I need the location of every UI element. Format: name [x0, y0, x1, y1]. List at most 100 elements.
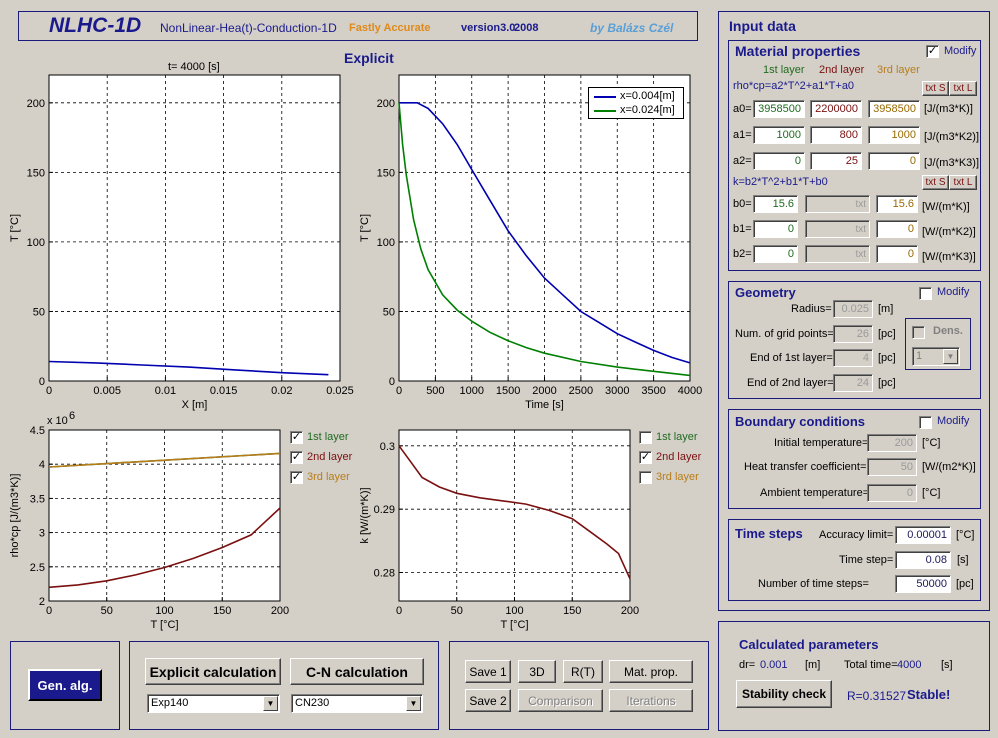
init-temp-label: Initial temperature= — [774, 437, 869, 449]
boundary-title: Boundary conditions — [735, 414, 865, 429]
mat-col-layer1: 1st layer — [763, 64, 805, 76]
mat-prop-button[interactable]: Mat. prop. — [609, 660, 693, 683]
calculated-panel: Calculated parameters dr= 0.001 [m] Tota… — [718, 621, 990, 731]
k-layer1-checkbox[interactable] — [639, 431, 652, 444]
rho-txt-s-button[interactable]: txt S — [922, 81, 949, 96]
rho-layer1-checkbox[interactable]: ✓ — [290, 431, 303, 444]
chevron-down-icon[interactable]: ▼ — [943, 349, 958, 364]
gen-alg-button[interactable]: Gen. alg. — [28, 669, 102, 701]
material-modify-checkbox[interactable]: ✓ — [926, 45, 939, 58]
a0-layer1-field[interactable]: 3958500 — [753, 100, 805, 118]
k-txt-s-button[interactable]: txt S — [922, 175, 949, 190]
y-tick-label: 4 — [39, 459, 45, 471]
htc-field[interactable]: 50 — [867, 458, 917, 476]
init-temp-unit: [°C] — [922, 437, 941, 449]
chevron-down-icon[interactable]: ▼ — [263, 696, 278, 711]
b0-layer2-field[interactable]: txt — [805, 195, 870, 213]
x-tick-label: 200 — [621, 605, 639, 617]
b0-layer1-field[interactable]: 15.6 — [753, 195, 798, 213]
timestep-label: Time step= — [839, 554, 894, 566]
explicit-select[interactable]: Exp140 ▼ — [147, 694, 280, 713]
b2-layer2-field[interactable]: txt — [805, 245, 870, 263]
y-tick-label: 0.28 — [374, 568, 395, 580]
k-txt-l-button[interactable]: txt L — [949, 175, 977, 190]
a0-layer2-field[interactable]: 2200000 — [810, 100, 862, 118]
b1-layer2-field[interactable]: txt — [805, 220, 870, 238]
b2-layer1-field[interactable]: 0 — [753, 245, 798, 263]
y-axis-label: k [W/(m*K)] — [359, 487, 371, 543]
rho-formula: rho*cp=a2*T^2+a1*T+a0 — [733, 80, 855, 92]
htc-unit: [W/(m2*K)] — [922, 461, 976, 473]
radius-field[interactable]: 0.025 — [833, 300, 873, 318]
numsteps-field[interactable]: 50000 — [895, 575, 951, 593]
x-tick-label: 0 — [46, 385, 52, 397]
end1-field[interactable]: 4 — [833, 349, 873, 367]
boundary-modify-checkbox[interactable] — [919, 416, 932, 429]
x-tick-label: 0 — [46, 605, 52, 617]
rho-txt-l-button[interactable]: txt L — [949, 81, 977, 96]
x-tick-label: 0 — [396, 385, 402, 397]
timestep-field[interactable]: 0.08 — [895, 551, 951, 569]
b1-layer3-field[interactable]: 0 — [876, 220, 918, 238]
cn-select-value: CN230 — [295, 697, 330, 709]
b2-label: b2= — [733, 248, 752, 260]
comparison-button[interactable]: Comparison — [518, 689, 603, 712]
stability-check-button[interactable]: Stability check — [736, 680, 832, 708]
plot-area-0 — [48, 74, 341, 382]
a1-layer3-field[interactable]: 1000 — [868, 126, 920, 144]
cn-select[interactable]: CN230 ▼ — [291, 694, 423, 713]
rt-button[interactable]: R(T) — [563, 660, 603, 683]
b2-layer3-field[interactable]: 0 — [876, 245, 918, 263]
chevron-down-icon[interactable]: ▼ — [406, 696, 421, 711]
x-tick-label: 2000 — [532, 385, 556, 397]
init-temp-field[interactable]: 200 — [867, 434, 917, 452]
explicit-calc-button[interactable]: Explicit calculation — [145, 658, 281, 685]
radius-unit: [m] — [878, 303, 894, 315]
x-tick-label: 0.025 — [326, 385, 354, 397]
x-tick-label: 0.02 — [271, 385, 292, 397]
end2-unit: [pc] — [878, 377, 896, 389]
iterations-button[interactable]: Iterations — [609, 689, 693, 712]
rho-layer2-checkbox[interactable]: ✓ — [290, 451, 303, 464]
y-tick-label: 150 — [27, 167, 45, 179]
material-modify-label: Modify — [944, 45, 977, 57]
k-layer1-label: 1st layer — [656, 431, 698, 443]
a2-layer1-field[interactable]: 0 — [753, 152, 805, 170]
x-tick-label: 3000 — [605, 385, 629, 397]
x-tick-label: 150 — [563, 605, 581, 617]
b0-layer3-field[interactable]: 15.6 — [876, 195, 918, 213]
a1-layer2-field[interactable]: 800 — [810, 126, 862, 144]
a1-layer1-field[interactable]: 1000 — [753, 126, 805, 144]
3d-button[interactable]: 3D — [518, 660, 556, 683]
a2-layer2-field[interactable]: 25 — [810, 152, 862, 170]
geometry-modify-checkbox[interactable] — [919, 287, 932, 300]
y-tick-label: 2 — [39, 596, 45, 608]
dens-select[interactable]: 1 ▼ — [912, 347, 960, 366]
k-layer2-checkbox[interactable]: ✓ — [639, 451, 652, 464]
b1-unit: [W/(m*K2)] — [922, 226, 976, 238]
y-tick-label: 200 — [377, 98, 395, 110]
cn-calc-button[interactable]: C-N calculation — [290, 658, 424, 685]
y-tick-label: 0.3 — [380, 441, 395, 453]
k-formula: k=b2*T^2+b1*T+b0 — [733, 176, 828, 188]
a2-layer3-field[interactable]: 0 — [868, 152, 920, 170]
x-tick-label: 0.01 — [155, 385, 176, 397]
amb-temp-field[interactable]: 0 — [867, 484, 917, 502]
input-data-title: Input data — [729, 18, 796, 34]
end2-label: End of 2nd layer= — [747, 377, 834, 389]
explicit-select-value: Exp140 — [151, 697, 189, 709]
end1-unit: [pc] — [878, 352, 896, 364]
k-layer3-checkbox[interactable] — [639, 471, 652, 484]
x-tick-label: 2500 — [569, 385, 593, 397]
save2-button[interactable]: Save 2 — [465, 689, 511, 712]
b1-layer1-field[interactable]: 0 — [753, 220, 798, 238]
a0-layer3-field[interactable]: 3958500 — [868, 100, 920, 118]
grid-field[interactable]: 26 — [833, 325, 873, 343]
rho-layer3-checkbox[interactable]: ✓ — [290, 471, 303, 484]
accuracy-field[interactable]: 0.00001 — [895, 526, 951, 544]
dens-select-value: 1 — [916, 350, 923, 362]
b0-unit: [W/(m*K)] — [922, 201, 970, 213]
save1-button[interactable]: Save 1 — [465, 660, 511, 683]
end2-field[interactable]: 24 — [833, 374, 873, 392]
dens-checkbox[interactable] — [912, 326, 925, 339]
